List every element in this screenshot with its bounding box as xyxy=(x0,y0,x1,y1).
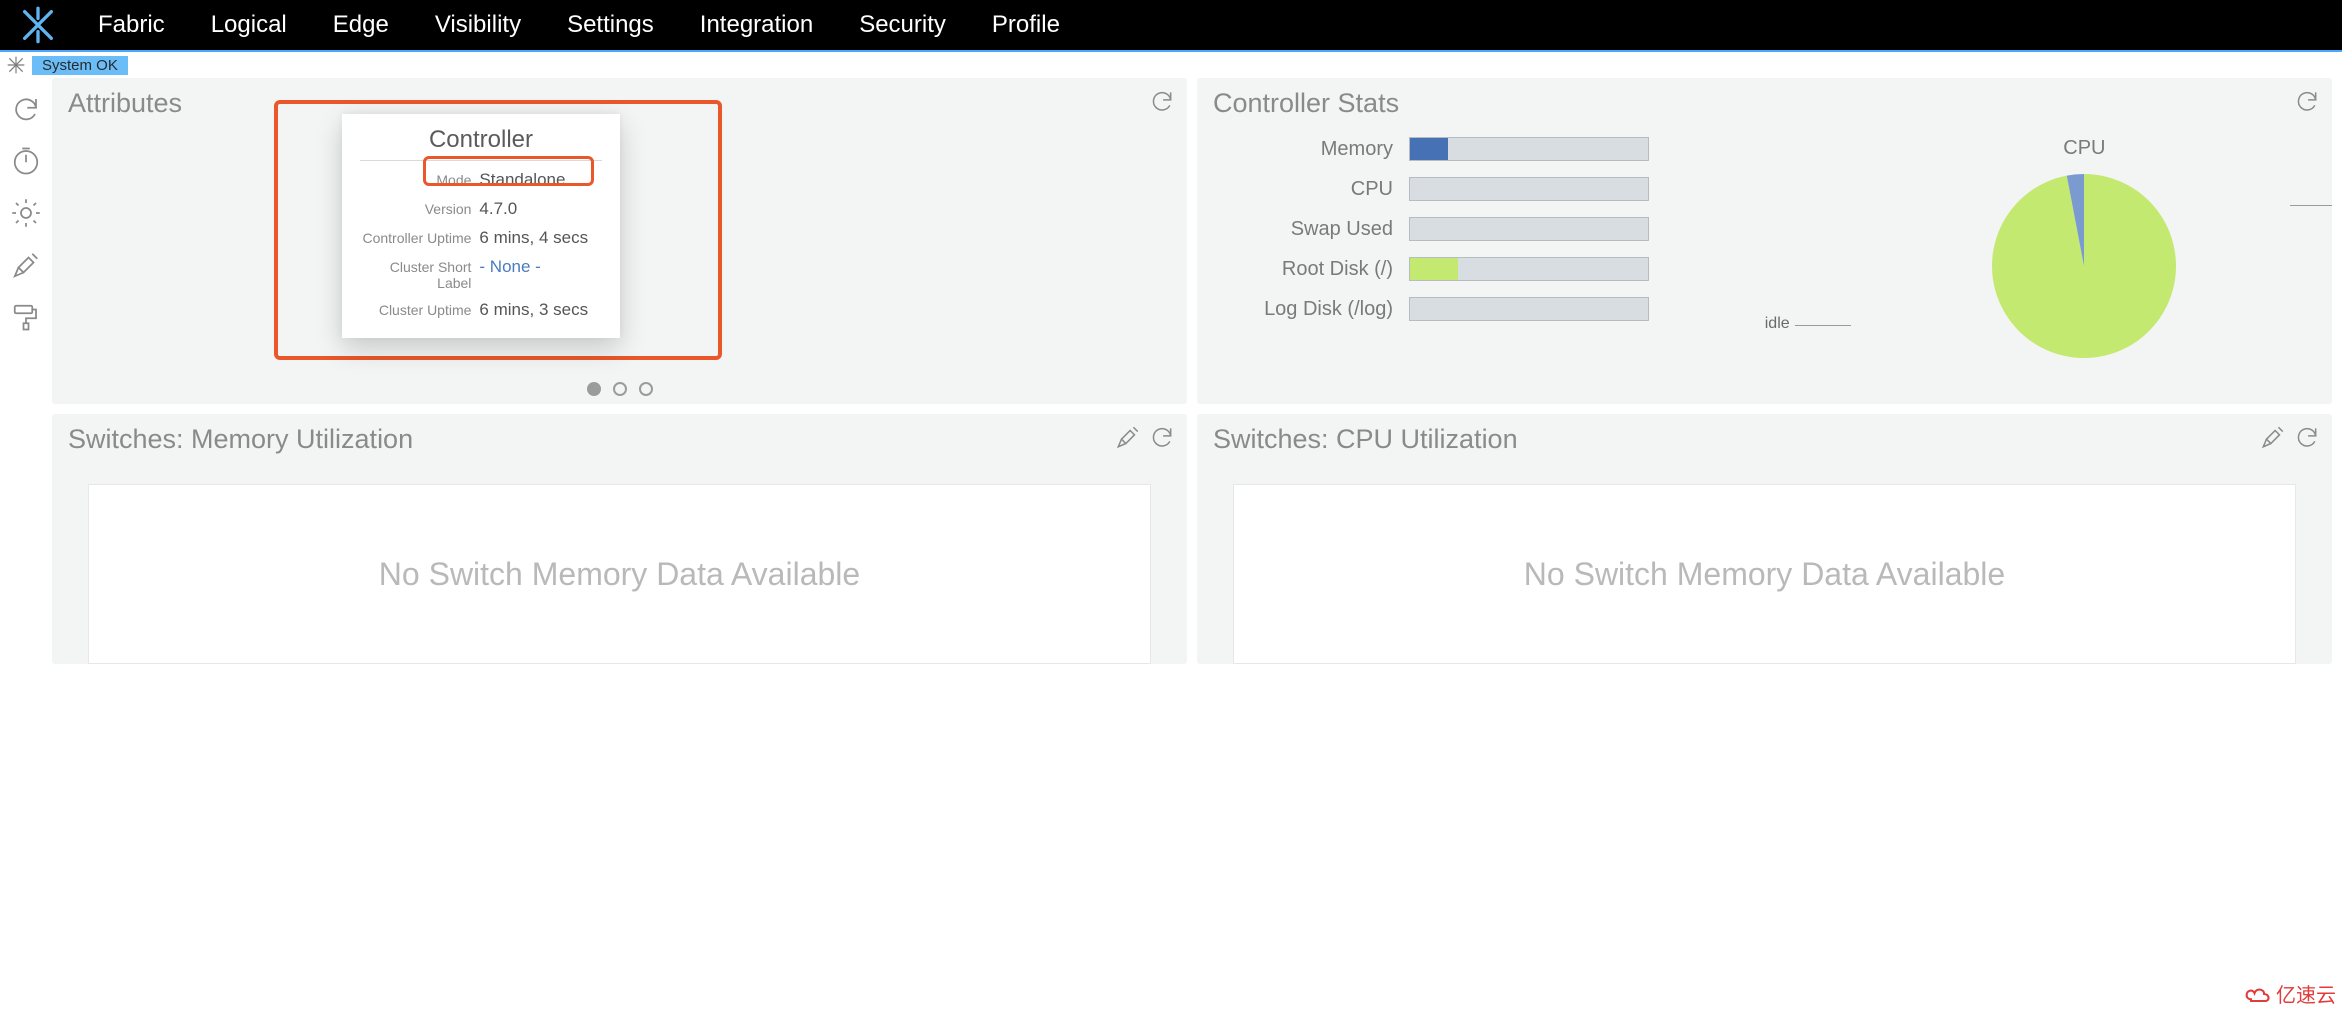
tools-icon[interactable] xyxy=(2260,424,2286,450)
attr-clust-up-value: 6 mins, 3 secs xyxy=(479,300,602,320)
attr-version-label: Version xyxy=(360,201,471,217)
pie-label-idle: idle xyxy=(1765,315,1790,333)
left-icon-rail xyxy=(0,78,52,664)
nav-integration[interactable]: Integration xyxy=(700,11,813,39)
refresh-icon[interactable] xyxy=(2294,424,2320,450)
bar-label: Root Disk (/) xyxy=(1243,258,1393,281)
stat-bars: Memory CPU Swap Used Root Disk (/) Log D… xyxy=(1213,137,1853,366)
pie-leader-line xyxy=(2290,205,2332,206)
refresh-icon[interactable] xyxy=(9,92,43,126)
sun-icon[interactable] xyxy=(9,196,43,230)
nav-profile[interactable]: Profile xyxy=(992,11,1060,39)
nav-fabric[interactable]: Fabric xyxy=(98,11,165,39)
topbar: Fabric Logical Edge Visibility Settings … xyxy=(0,0,2342,52)
nav-logical[interactable]: Logical xyxy=(211,11,287,39)
attr-cluster-value[interactable]: - None - xyxy=(479,257,602,277)
refresh-icon[interactable] xyxy=(2294,88,2320,114)
switch-cpu-title: Switches: CPU Utilization xyxy=(1213,424,2316,455)
watermark-text: 亿速云 xyxy=(2276,979,2336,1008)
bar-label: Memory xyxy=(1243,138,1393,161)
bar-label: CPU xyxy=(1243,178,1393,201)
app-logo-icon[interactable] xyxy=(14,1,62,49)
attr-ctrl-up-label: Controller Uptime xyxy=(360,230,471,246)
attr-clust-up-label: Cluster Uptime xyxy=(360,302,471,318)
status-strip: System OK xyxy=(0,52,2342,78)
switch-cpu-empty: No Switch Memory Data Available xyxy=(1233,484,2296,664)
timer-icon[interactable] xyxy=(9,144,43,178)
paint-roller-icon[interactable] xyxy=(9,300,43,334)
attr-version-value: 4.7.0 xyxy=(479,199,602,219)
bar-label: Swap Used xyxy=(1243,218,1393,241)
controller-stats-panel: Controller Stats Memory CPU Swap Used Ro… xyxy=(1197,78,2332,404)
bar-log xyxy=(1409,297,1649,321)
empty-message: No Switch Memory Data Available xyxy=(379,556,860,593)
bar-swap xyxy=(1409,217,1649,241)
nav-settings[interactable]: Settings xyxy=(567,11,654,39)
attr-cluster-label: Cluster Short Label xyxy=(360,259,471,291)
top-nav: Fabric Logical Edge Visibility Settings … xyxy=(98,11,1060,39)
cpu-pie-title: CPU xyxy=(2063,137,2105,160)
empty-message: No Switch Memory Data Available xyxy=(1524,556,2005,593)
tools-icon[interactable] xyxy=(9,248,43,282)
controller-stats-title: Controller Stats xyxy=(1213,88,2316,119)
switch-memory-title: Switches: Memory Utilization xyxy=(68,424,1171,455)
switch-cpu-panel: Switches: CPU Utilization No Switch Memo… xyxy=(1197,414,2332,664)
bar-cpu xyxy=(1409,177,1649,201)
bar-label: Log Disk (/log) xyxy=(1243,298,1393,321)
controller-card: Controller ModeStandalone Version4.7.0 C… xyxy=(342,114,620,338)
attributes-panel: Attributes Controller ModeStandalone Ver… xyxy=(52,78,1187,404)
switch-memory-panel: Switches: Memory Utilization No Switch M… xyxy=(52,414,1187,664)
bar-memory xyxy=(1409,137,1649,161)
nav-security[interactable]: Security xyxy=(859,11,946,39)
pager-dot[interactable] xyxy=(613,382,627,396)
bar-root xyxy=(1409,257,1649,281)
tools-icon[interactable] xyxy=(1115,424,1141,450)
snowflake-icon[interactable] xyxy=(4,54,28,76)
pie-leader-line xyxy=(1795,325,1851,326)
pager-dot[interactable] xyxy=(639,382,653,396)
mode-highlight-box xyxy=(423,156,594,186)
switch-memory-empty: No Switch Memory Data Available xyxy=(88,484,1151,664)
nav-visibility[interactable]: Visibility xyxy=(435,11,521,39)
refresh-icon[interactable] xyxy=(1149,424,1175,450)
attributes-pager xyxy=(587,382,653,396)
system-status-badge[interactable]: System OK xyxy=(32,56,128,75)
refresh-icon[interactable] xyxy=(1149,88,1175,114)
attr-ctrl-up-value: 6 mins, 4 secs xyxy=(479,228,602,248)
nav-edge[interactable]: Edge xyxy=(333,11,389,39)
watermark: 亿速云 xyxy=(2244,979,2336,1008)
pager-dot[interactable] xyxy=(587,382,601,396)
cpu-pie-chart xyxy=(1984,166,2184,366)
